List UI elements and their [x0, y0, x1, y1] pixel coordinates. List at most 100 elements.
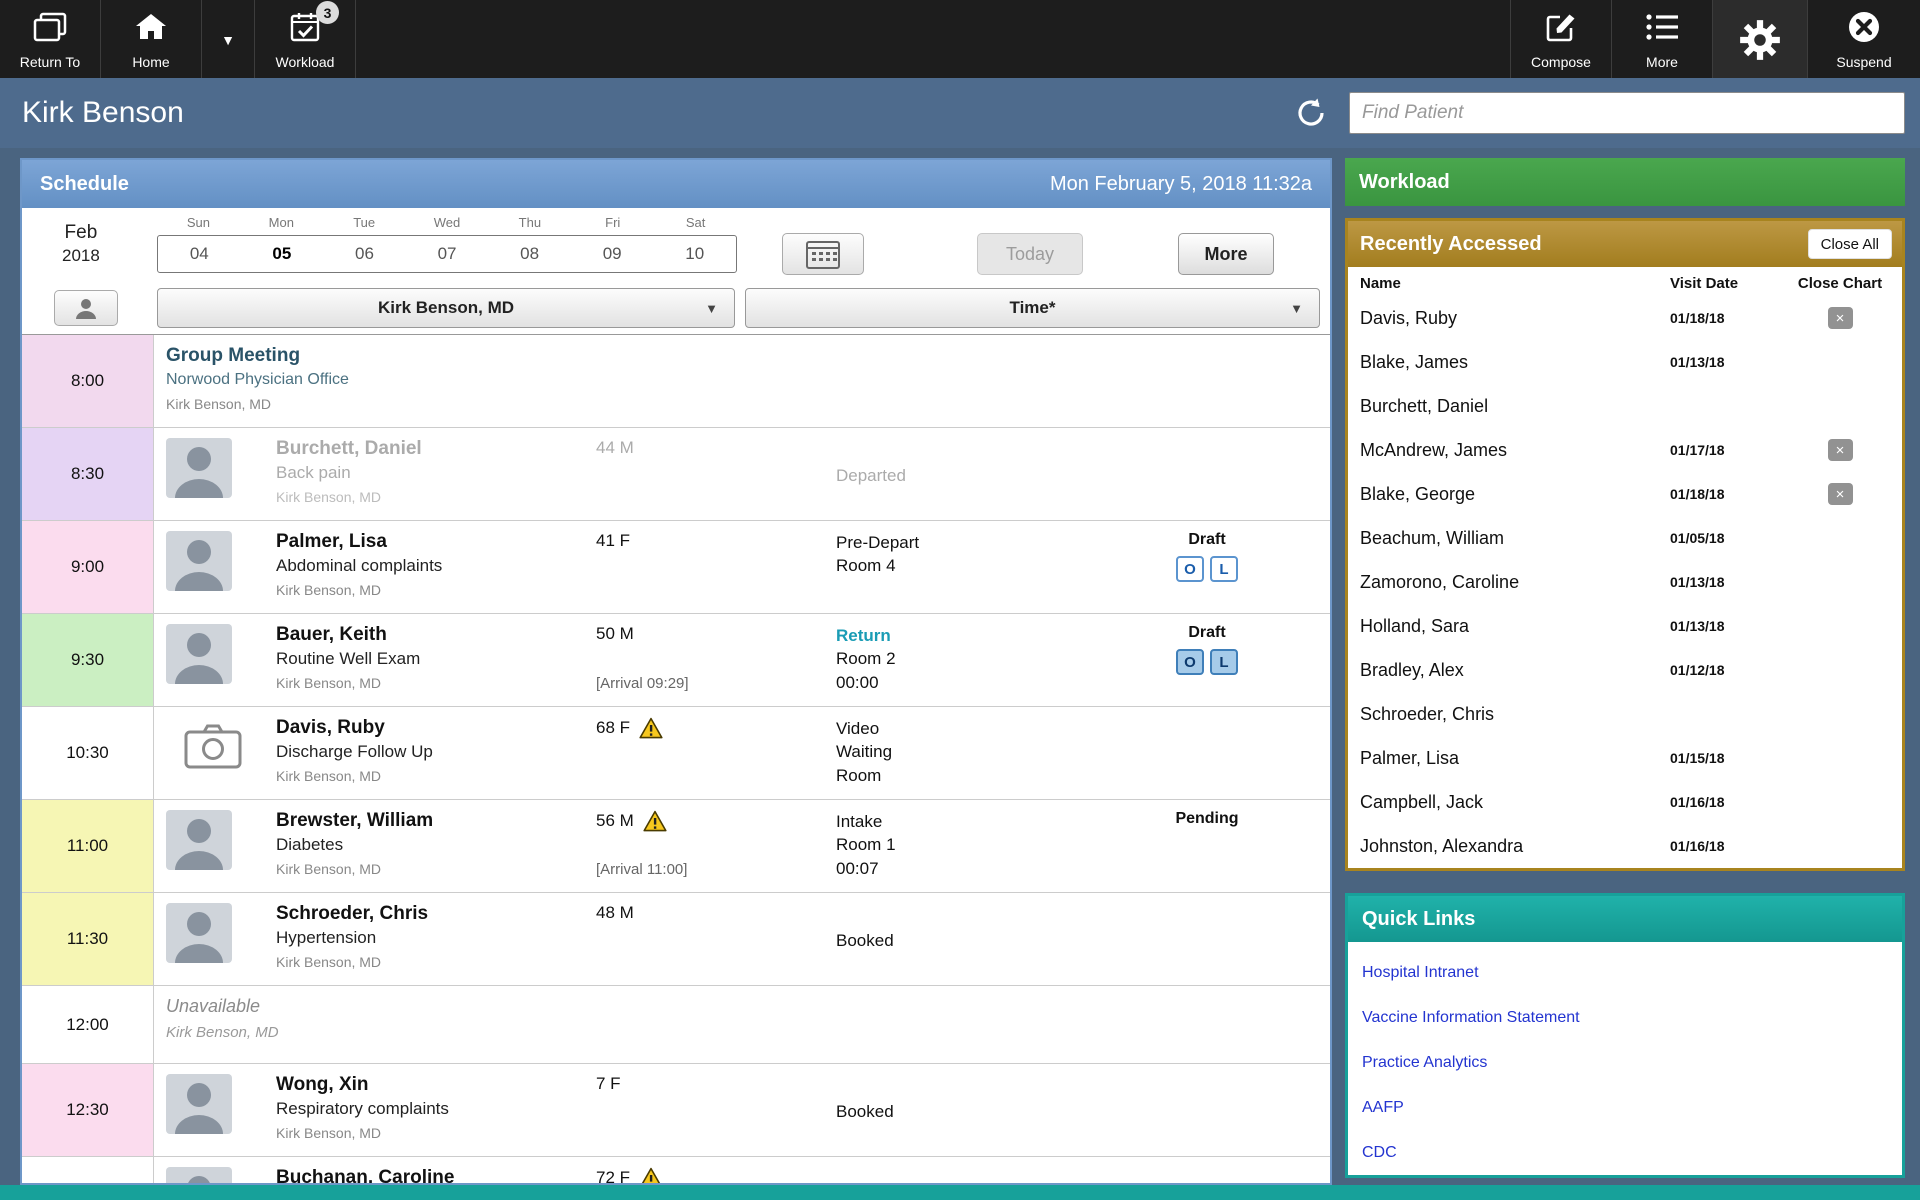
recent-patient-row[interactable]: Burchett, Daniel	[1348, 384, 1902, 428]
suspend-button[interactable]: Suspend	[1808, 0, 1920, 78]
workload-button[interactable]: 3 Workload	[255, 0, 355, 78]
more-menu-button[interactable]: More	[1612, 0, 1712, 78]
person-icon	[74, 297, 98, 319]
patient-name: Schroeder, Chris	[276, 903, 596, 925]
day-of-week-label: Thu	[488, 215, 571, 230]
date-option[interactable]: 08	[488, 244, 571, 264]
home-dropdown-button[interactable]: ▼	[202, 0, 254, 78]
find-patient-input[interactable]	[1349, 92, 1905, 134]
close-chart-button[interactable]: ×	[1828, 483, 1853, 505]
quick-link[interactable]: Vaccine Information Statement	[1362, 1009, 1888, 1027]
return-to-label: Return To	[20, 54, 80, 70]
close-chart-button[interactable]: ×	[1828, 307, 1853, 329]
provider-dropdown[interactable]: Kirk Benson, MD ▼	[157, 288, 735, 328]
recent-patient-row[interactable]: Holland, Sara01/13/18	[1348, 604, 1902, 648]
schedule-row[interactable]: 12:00UnavailableKirk Benson, MD	[22, 986, 1330, 1064]
recent-patient-row[interactable]: McAndrew, James01/17/18 ×	[1348, 428, 1902, 472]
appointment-content: Palmer, LisaAbdominal complaintsKirk Ben…	[154, 521, 1330, 613]
recent-patient-row[interactable]: Bradley, Alex01/12/18	[1348, 648, 1902, 692]
today-button[interactable]: Today	[977, 233, 1083, 275]
status-line: Room 1	[836, 833, 1076, 856]
date-option[interactable]: 06	[323, 244, 406, 264]
recent-patient-row[interactable]: Beachum, William01/05/18	[1348, 516, 1902, 560]
warning-icon	[639, 717, 663, 739]
recent-patient-row[interactable]: Davis, Ruby01/18/18×	[1348, 296, 1902, 340]
status-badge: Draft	[1142, 531, 1272, 549]
close-chart-button[interactable]: ×	[1828, 439, 1853, 461]
calendar-button[interactable]	[782, 233, 864, 275]
age-sex: 68 F	[596, 718, 630, 738]
letter-button[interactable]: L	[1210, 556, 1238, 582]
recent-visit-date: 01/17/18	[1670, 442, 1790, 458]
quick-link[interactable]: CDC	[1362, 1144, 1888, 1162]
column-header-visit-date: Visit Date	[1670, 275, 1790, 292]
order-button[interactable]: O	[1176, 556, 1204, 582]
schedule-row[interactable]: 8:00Group MeetingNorwood Physician Offic…	[22, 335, 1330, 428]
recent-patient-row[interactable]: Johnston, Alexandra01/16/18	[1348, 824, 1902, 868]
provider-name: Kirk Benson, MD	[276, 954, 596, 970]
recently-accessed-header: Recently Accessed Close All	[1348, 221, 1902, 267]
schedule-row[interactable]: 9:00Palmer, LisaAbdominal complaintsKirk…	[22, 521, 1330, 614]
recent-patient-name: Bradley, Alex	[1360, 660, 1670, 681]
schedule-row[interactable]: 12:30Wong, XinRespiratory complaintsKirk…	[22, 1064, 1330, 1157]
schedule-row[interactable]: Buchanan, Caroline72 F	[22, 1157, 1330, 1183]
schedule-row[interactable]: 9:30Bauer, KeithRoutine Well ExamKirk Be…	[22, 614, 1330, 707]
order-button[interactable]: O	[1176, 649, 1204, 675]
patient-name: Brewster, William	[276, 810, 596, 832]
recent-patient-name: McAndrew, James	[1360, 440, 1670, 461]
date-option[interactable]: 07	[406, 244, 489, 264]
schedule-row[interactable]: 8:30Burchett, DanielBack painKirk Benson…	[22, 428, 1330, 521]
patient-name: Davis, Ruby	[276, 717, 596, 739]
event-location: Norwood Physician Office	[166, 371, 586, 389]
recent-visit-date: 01/18/18	[1670, 486, 1790, 502]
appointment-status: Pre-DepartRoom 4	[836, 529, 1076, 605]
recent-patient-row[interactable]: Campbell, Jack01/16/18	[1348, 780, 1902, 824]
recent-patient-row[interactable]: Blake, James01/13/18	[1348, 340, 1902, 384]
provider-name: Kirk Benson, MD	[276, 861, 596, 877]
quick-link[interactable]: Practice Analytics	[1362, 1054, 1888, 1072]
date-option[interactable]: 10	[653, 244, 736, 264]
chief-complaint: Respiratory complaints	[276, 1099, 596, 1119]
provider-view-button[interactable]	[54, 290, 118, 326]
refresh-button[interactable]	[1295, 97, 1327, 129]
titlebar: Kirk Benson	[0, 78, 1920, 148]
settings-button[interactable]	[1713, 0, 1807, 78]
schedule-row[interactable]: 10:30Davis, RubyDischarge Follow UpKirk …	[22, 707, 1330, 800]
appointment-list: 8:00Group MeetingNorwood Physician Offic…	[22, 335, 1330, 1183]
close-all-button[interactable]: Close All	[1808, 229, 1892, 259]
home-button[interactable]: Home	[101, 0, 201, 78]
appointment-status	[836, 1165, 1076, 1183]
time-slot-label: 9:30	[22, 614, 154, 706]
status-line: Room 4	[836, 554, 1076, 577]
age-sex-column: 68 F	[596, 715, 836, 791]
date-option[interactable]: 04	[158, 244, 241, 264]
provider-name: Kirk Benson, MD	[276, 582, 596, 598]
schedule-row[interactable]: 11:30Schroeder, ChrisHypertensionKirk Be…	[22, 893, 1330, 986]
compose-icon	[1545, 9, 1577, 45]
provider-name: Kirk Benson, MD	[276, 1125, 596, 1141]
recent-patient-row[interactable]: Schroeder, Chris	[1348, 692, 1902, 736]
patient-photo	[166, 901, 276, 977]
recent-patient-row[interactable]: Blake, George01/18/18×	[1348, 472, 1902, 516]
schedule-row[interactable]: 11:00Brewster, WilliamDiabetesKirk Benso…	[22, 800, 1330, 893]
unavailable-info: UnavailableKirk Benson, MD	[166, 994, 586, 1055]
age-sex-column: 50 M[Arrival 09:29]	[596, 622, 836, 698]
status-badge: Draft	[1142, 624, 1272, 642]
sort-dropdown[interactable]: Time* ▼	[745, 288, 1320, 328]
date-option[interactable]: 09	[571, 244, 654, 264]
quick-link[interactable]: Hospital Intranet	[1362, 964, 1888, 982]
patient-info: Brewster, WilliamDiabetesKirk Benson, MD	[276, 808, 596, 884]
provider-name: Kirk Benson, MD	[276, 675, 596, 691]
recent-patient-row[interactable]: Palmer, Lisa01/15/18	[1348, 736, 1902, 780]
order-column	[1142, 1072, 1272, 1148]
letter-button[interactable]: L	[1210, 649, 1238, 675]
compose-button[interactable]: Compose	[1511, 0, 1611, 78]
quick-link[interactable]: AAFP	[1362, 1099, 1888, 1117]
return-to-button[interactable]: Return To	[0, 0, 100, 78]
date-option[interactable]: 05	[241, 244, 324, 264]
recently-accessed-rows: Davis, Ruby01/18/18×Blake, James01/13/18…	[1348, 296, 1902, 868]
warning-icon	[643, 810, 667, 832]
age-sex: 41 F	[596, 531, 630, 551]
schedule-more-button[interactable]: More	[1178, 233, 1274, 275]
recent-patient-row[interactable]: Zamorono, Caroline01/13/18	[1348, 560, 1902, 604]
